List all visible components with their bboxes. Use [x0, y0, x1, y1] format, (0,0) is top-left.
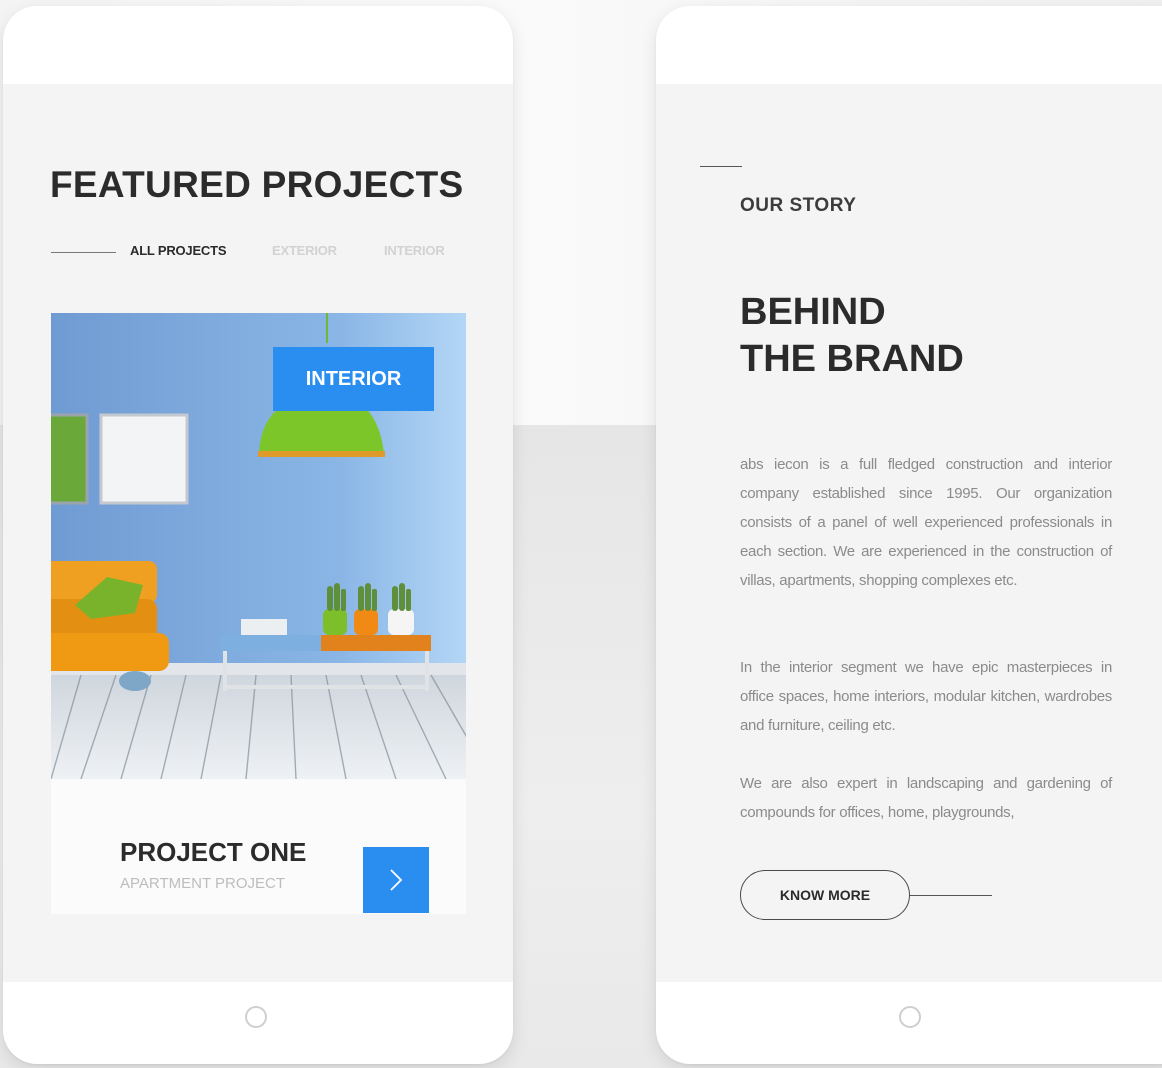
story-paragraph-1: abs iecon is a full fledged construction…	[740, 456, 1112, 589]
phone-mockup-right: OUR STORY BEHIND THE BRAND abs iecon is …	[656, 6, 1162, 1064]
chevron-right-icon	[390, 869, 403, 891]
tab-interior[interactable]: INTERIOR	[384, 243, 445, 258]
brand-heading-line-1: BEHIND	[740, 291, 886, 333]
know-more-button[interactable]: KNOW MORE	[740, 870, 910, 920]
story-paragraph-3: We are also expert in landscaping and ga…	[740, 775, 1112, 821]
project-subtitle: APARTMENT PROJECT	[120, 875, 286, 892]
section-eyebrow: OUR STORY	[740, 195, 857, 216]
tab-all-projects[interactable]: ALL PROJECTS	[130, 243, 227, 258]
category-badge: INTERIOR	[273, 347, 434, 411]
project-title: PROJECT ONE	[120, 837, 307, 867]
project-card[interactable]: INTERIOR PROJECT ONE APARTMENT PROJECT	[51, 313, 466, 914]
brand-heading-line-2: THE BRAND	[740, 338, 964, 380]
phone-mockup-left: FEATURED PROJECTS ALL PROJECTS EXTERIOR …	[3, 6, 513, 1064]
page-title: FEATURED PROJECTS	[50, 164, 464, 205]
next-project-button[interactable]	[363, 847, 429, 913]
our-story-screen: OUR STORY BEHIND THE BRAND abs iecon is …	[656, 84, 1162, 982]
story-paragraph-2: In the interior segment we have epic mas…	[740, 659, 1112, 734]
home-button-left[interactable]	[245, 1006, 267, 1028]
tabs-divider	[51, 252, 116, 253]
featured-projects-screen: FEATURED PROJECTS ALL PROJECTS EXTERIOR …	[3, 84, 513, 982]
section-rule	[700, 166, 742, 167]
brand-heading: BEHIND THE BRAND	[740, 289, 964, 383]
know-more-line	[910, 895, 992, 896]
tab-exterior[interactable]: EXTERIOR	[272, 243, 337, 258]
home-button-right[interactable]	[899, 1006, 921, 1028]
